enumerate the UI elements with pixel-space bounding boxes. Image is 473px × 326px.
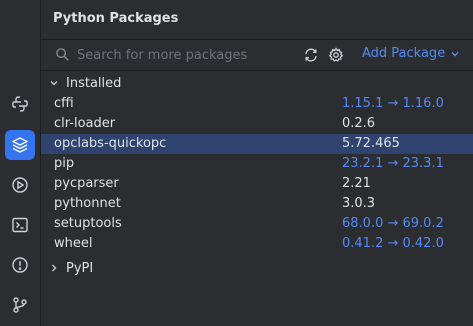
panel-title: Python Packages (53, 11, 179, 26)
chevron-down-icon (50, 81, 58, 86)
add-package-label: Add Package (362, 46, 446, 61)
package-name: pycparser (54, 176, 119, 191)
package-version: 68.0.0 → 69.0.2 (342, 216, 444, 231)
problems-icon (12, 257, 28, 273)
installed-group-label: Installed (66, 75, 122, 91)
package-row[interactable]: wheel 0.41.2 → 0.42.0 (41, 234, 473, 254)
package-version: 0.2.6 (342, 116, 376, 131)
terminal-icon (12, 217, 28, 233)
package-version: 2.21 (342, 176, 371, 191)
python-packages-button[interactable] (5, 130, 35, 160)
refresh-icon[interactable] (303, 47, 319, 63)
python-packages-icon (12, 137, 28, 153)
package-version: 3.0.3 (342, 196, 376, 211)
package-name: cffi (54, 96, 74, 111)
git-icon (13, 297, 27, 313)
pypi-group-header[interactable]: PyPI (41, 258, 473, 278)
package-version: 1.15.1 → 1.16.0 (342, 96, 444, 111)
package-version: 0.41.2 → 0.42.0 (342, 236, 444, 251)
installed-packages-list: cffi 1.15.1 → 1.16.0 clr-loader 0.2.6 op… (41, 94, 473, 254)
chevron-right-icon (52, 264, 57, 272)
services-icon (12, 177, 28, 193)
package-name: setuptools (54, 216, 122, 231)
package-row[interactable]: pythonnet 3.0.3 (41, 194, 473, 214)
installed-group-header[interactable]: Installed (41, 73, 473, 93)
package-row[interactable]: pip 23.2.1 → 23.3.1 (41, 154, 473, 174)
search-input[interactable] (77, 44, 291, 66)
tool-window-bar (0, 0, 41, 326)
packages-toolbar: Add Package (41, 39, 473, 71)
add-package-button[interactable]: Add Package (362, 46, 460, 61)
terminal-button[interactable] (5, 210, 35, 240)
package-row[interactable]: cffi 1.15.1 → 1.16.0 (41, 94, 473, 114)
package-version: 23.2.1 → 23.3.1 (342, 156, 444, 171)
pypi-group-label: PyPI (66, 260, 94, 276)
services-button[interactable] (5, 170, 35, 200)
package-name: clr-loader (54, 116, 116, 131)
package-version: 5.72.465 (342, 136, 400, 151)
package-row-selected[interactable]: opclabs-quickopc 5.72.465 (41, 134, 473, 154)
package-name: pip (54, 156, 75, 171)
package-row[interactable]: setuptools 68.0.0 → 69.0.2 (41, 214, 473, 234)
problems-button[interactable] (5, 250, 35, 280)
package-name: pythonnet (54, 196, 121, 211)
package-name: opclabs-quickopc (54, 136, 167, 151)
python-console-icon (12, 96, 28, 112)
package-row[interactable]: clr-loader 0.2.6 (41, 114, 473, 134)
gear-icon[interactable] (328, 47, 344, 63)
python-packages-panel: Python Packages Add Package Installed (41, 0, 473, 326)
package-name: wheel (54, 236, 93, 251)
package-row[interactable]: pycparser 2.21 (41, 174, 473, 194)
git-button[interactable] (5, 290, 35, 320)
chevron-down-icon (451, 51, 459, 56)
python-console-button[interactable] (5, 89, 35, 119)
search-icon (56, 48, 69, 61)
